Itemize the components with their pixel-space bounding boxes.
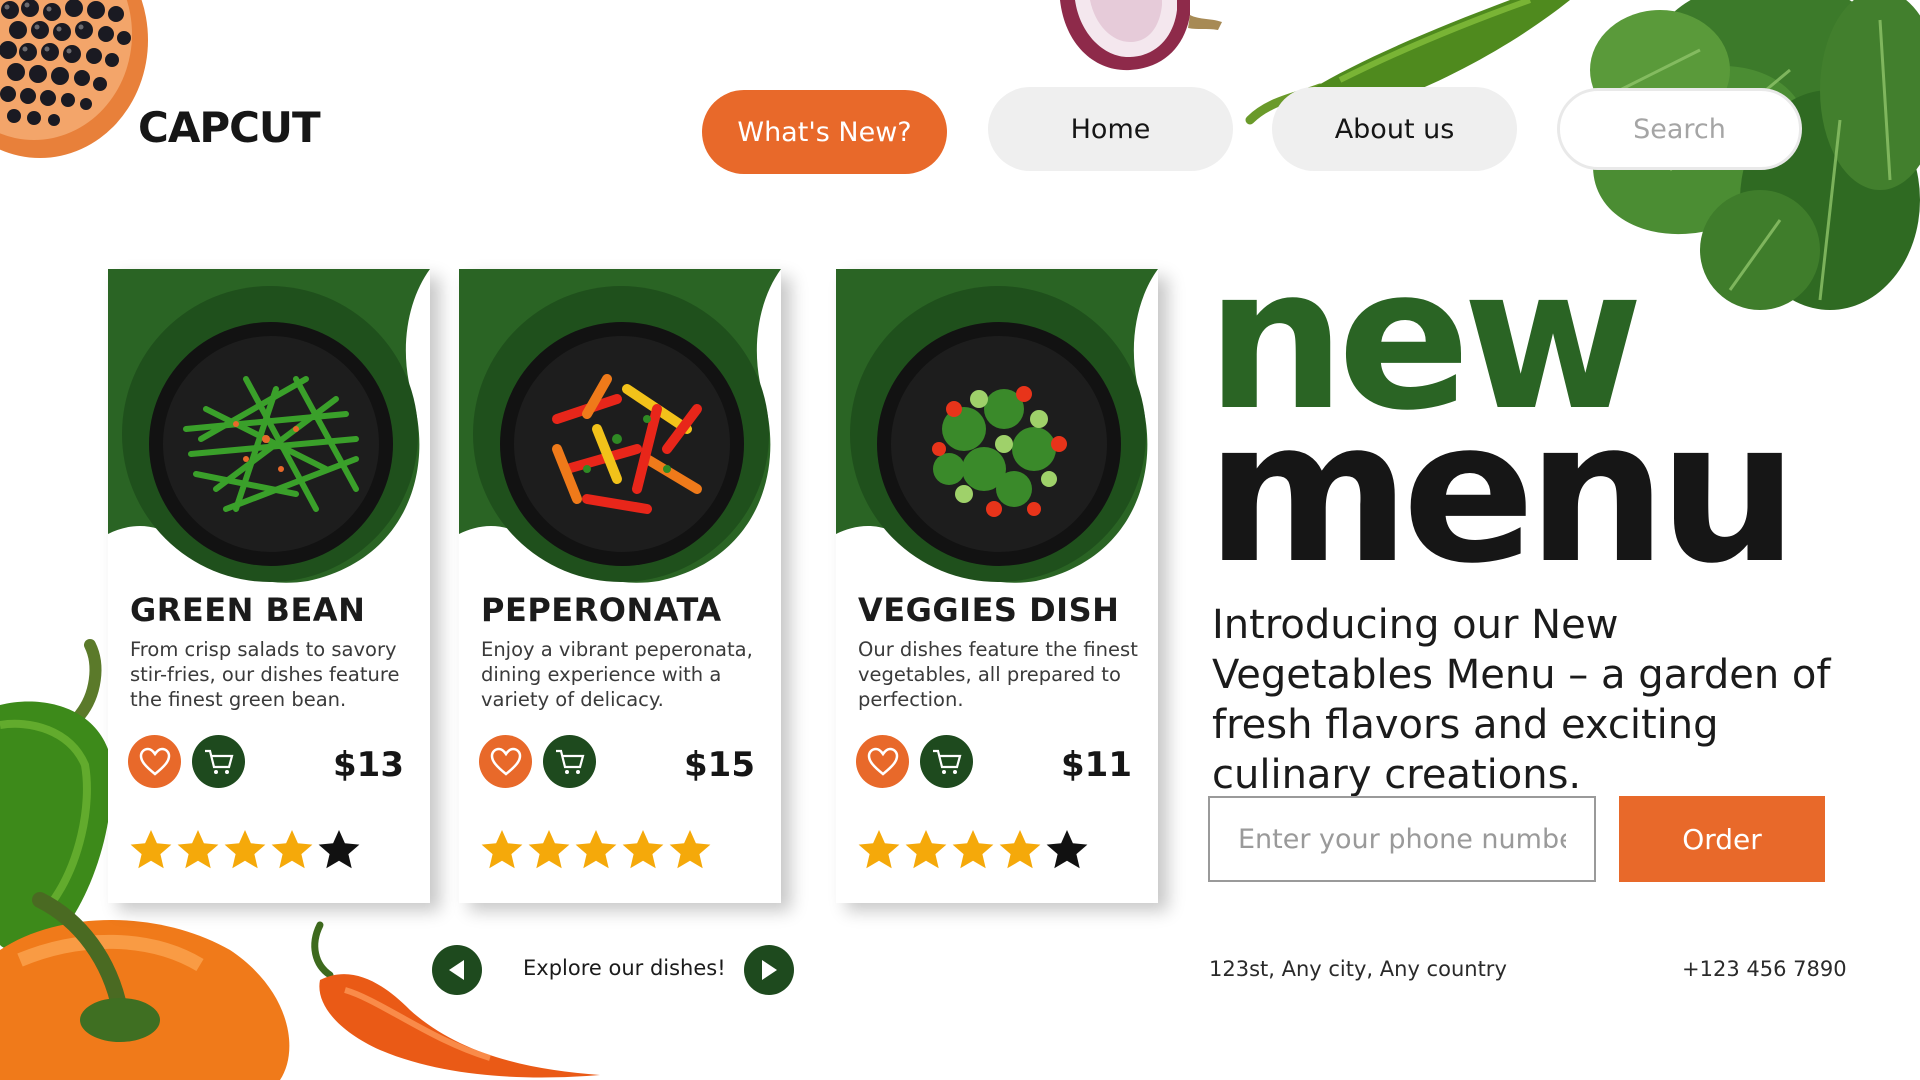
hero-title-menu: menu bbox=[1206, 379, 1798, 607]
star-filled-icon bbox=[130, 830, 172, 869]
cart-icon bbox=[204, 749, 233, 774]
dish-description: From crisp salads to savory stir-fries, … bbox=[130, 638, 400, 711]
star-filled-icon bbox=[271, 830, 313, 869]
explore-dishes-label: Explore our dishes! bbox=[523, 956, 726, 980]
order-button[interactable]: Order bbox=[1619, 796, 1825, 882]
star-rating bbox=[856, 827, 1090, 873]
add-to-cart-button[interactable] bbox=[920, 735, 973, 788]
star-empty-icon bbox=[318, 830, 360, 869]
cart-icon bbox=[555, 749, 584, 774]
about-us-button[interactable]: About us bbox=[1272, 87, 1517, 171]
onion-image bbox=[1060, 0, 1222, 71]
star-rating bbox=[479, 827, 713, 873]
star-filled-icon bbox=[481, 830, 523, 869]
star-filled-icon bbox=[858, 830, 900, 869]
orange-pepper-image bbox=[0, 892, 290, 1080]
berries-bowl-image bbox=[0, 0, 148, 158]
hero-intro-text: Introducing our New Vegetables Menu – a … bbox=[1212, 602, 1831, 798]
capcut-logo: CAPCUT bbox=[138, 103, 321, 152]
dish-card-green-bean[interactable]: Green Bean From crisp salads to savory s… bbox=[108, 269, 430, 903]
like-button[interactable] bbox=[856, 735, 909, 788]
star-filled-icon bbox=[224, 830, 266, 869]
green-pepper-image bbox=[0, 639, 112, 952]
heart-icon bbox=[490, 747, 521, 776]
cart-icon bbox=[932, 749, 961, 774]
green-bean-plate-image bbox=[149, 322, 393, 566]
red-chili-image bbox=[311, 921, 600, 1078]
star-empty-icon bbox=[1046, 830, 1088, 869]
previous-dish-button[interactable] bbox=[432, 945, 482, 995]
star-filled-icon bbox=[905, 830, 947, 869]
heart-icon bbox=[139, 747, 170, 776]
dish-description: Our dishes feature the finest vegetables… bbox=[858, 638, 1138, 711]
dish-card-peperonata[interactable]: Peperonata Enjoy a vibrant peperonata, d… bbox=[459, 269, 781, 903]
like-button[interactable] bbox=[479, 735, 532, 788]
like-button[interactable] bbox=[128, 735, 181, 788]
star-filled-icon bbox=[528, 830, 570, 869]
dish-description: Enjoy a vibrant peperonata, dining exper… bbox=[481, 638, 753, 711]
veggies-plate-image bbox=[877, 322, 1121, 566]
star-filled-icon bbox=[177, 830, 219, 869]
dish-card-veggies[interactable]: Veggies Dish Our dishes feature the fine… bbox=[836, 269, 1158, 903]
chevron-left-icon bbox=[449, 960, 464, 980]
star-filled-icon bbox=[622, 830, 664, 869]
peperonata-plate-image bbox=[500, 322, 744, 566]
star-filled-icon bbox=[669, 830, 711, 869]
dish-title: Peperonata bbox=[481, 591, 722, 629]
star-filled-icon bbox=[575, 830, 617, 869]
dish-title: Veggies Dish bbox=[858, 591, 1120, 629]
star-filled-icon bbox=[999, 830, 1041, 869]
add-to-cart-button[interactable] bbox=[543, 735, 596, 788]
dish-price: $13 bbox=[333, 745, 404, 785]
add-to-cart-button[interactable] bbox=[192, 735, 245, 788]
next-dish-button[interactable] bbox=[744, 945, 794, 995]
heart-icon bbox=[867, 747, 898, 776]
home-button[interactable]: Home bbox=[988, 87, 1233, 171]
dish-title: Green Bean bbox=[130, 591, 366, 629]
dish-price: $15 bbox=[684, 745, 755, 785]
star-filled-icon bbox=[952, 830, 994, 869]
whats-new-button[interactable]: What's New? bbox=[702, 90, 947, 174]
star-rating bbox=[128, 827, 362, 873]
search-input[interactable] bbox=[1557, 88, 1802, 170]
phone-number-input[interactable] bbox=[1208, 796, 1596, 882]
dish-price: $11 bbox=[1061, 745, 1132, 785]
phone-number-text: +123 456 7890 bbox=[1682, 957, 1847, 981]
address-text: 123st, Any city, Any country bbox=[1209, 957, 1507, 981]
chevron-right-icon bbox=[762, 960, 777, 980]
